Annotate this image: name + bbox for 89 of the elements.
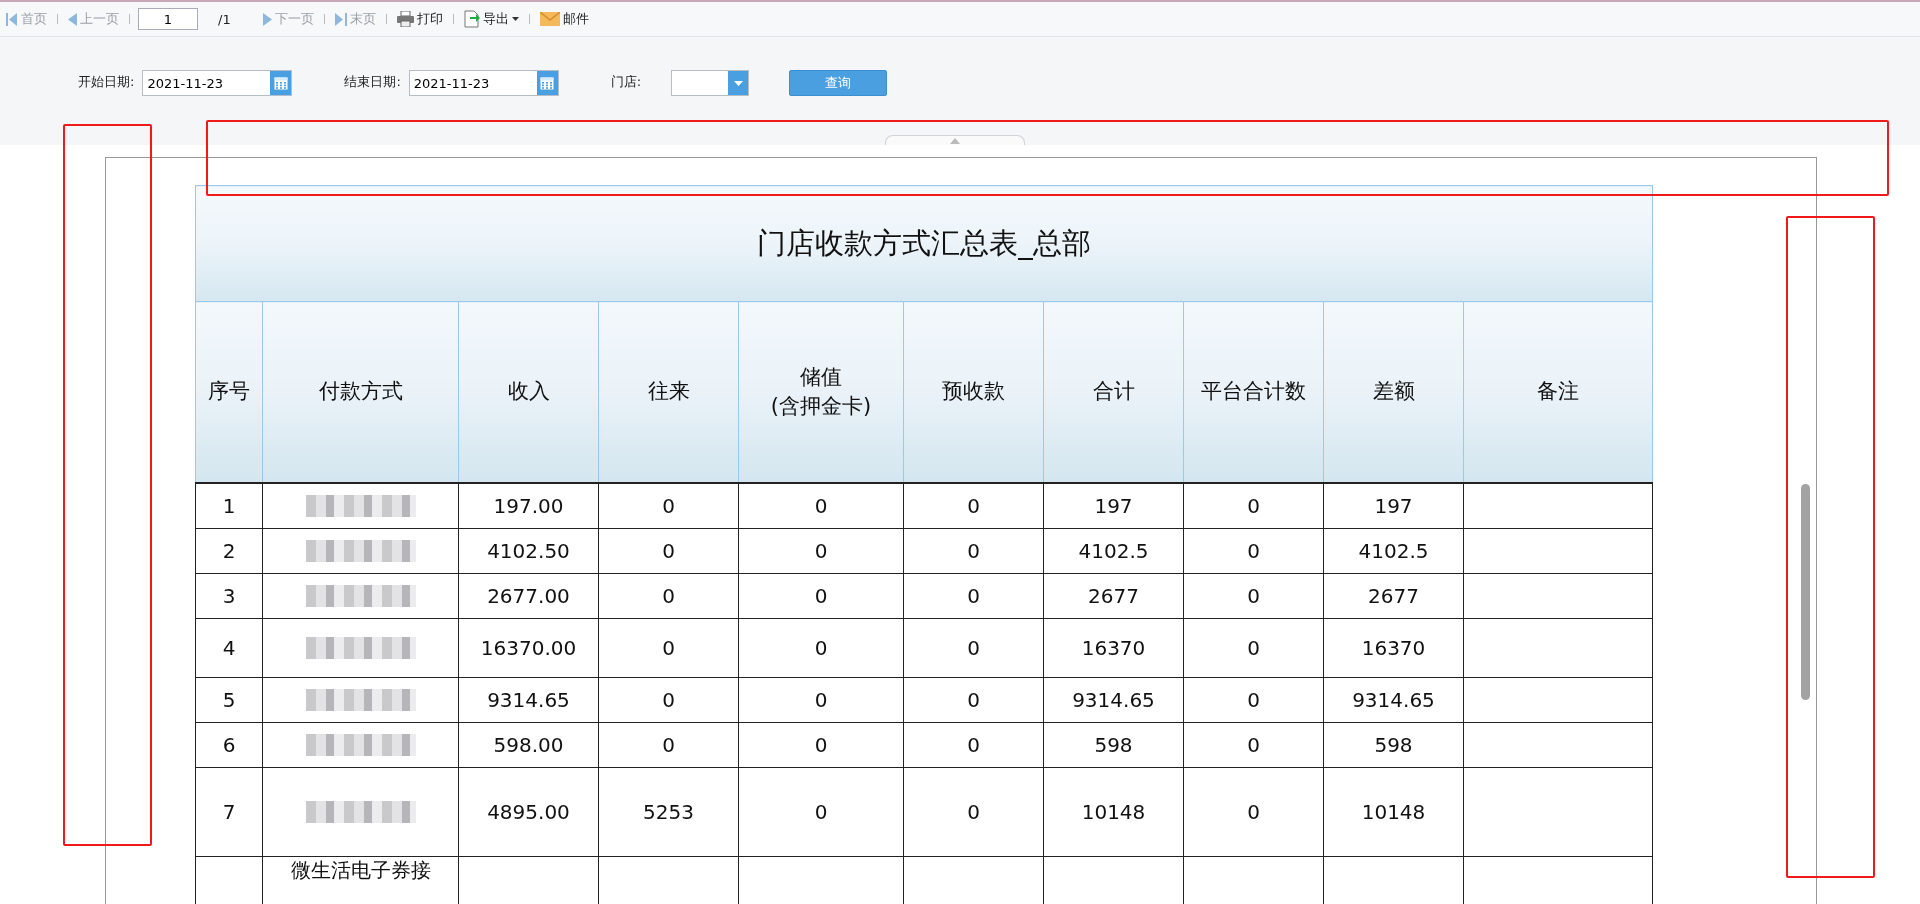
report-title: 门店收款方式汇总表_总部: [195, 185, 1653, 302]
table-cell-text: 0: [967, 800, 980, 824]
table-cell-text: 16370: [1081, 636, 1146, 660]
table-cell-text: 4102.5: [1078, 539, 1149, 563]
table-cell-text: 9314.65: [1072, 688, 1155, 712]
table-cell-text: 3: [222, 584, 236, 608]
printer-icon: [396, 11, 414, 27]
page-total: /1: [218, 11, 231, 27]
table-cell-text: 197.00: [493, 494, 564, 518]
store-dropdown[interactable]: [671, 70, 750, 96]
table-cell-text: 0: [814, 688, 828, 712]
table-cell-text: 0: [967, 494, 980, 518]
table-cell-text: 10148: [1081, 800, 1146, 824]
collapse-tab[interactable]: [885, 135, 1025, 145]
mail-button[interactable]: 邮件: [537, 10, 591, 28]
column-header: 储值 (含押金卡): [738, 301, 904, 483]
table-cell-text: 9314.65: [487, 688, 570, 712]
table-cell-text: 0: [967, 584, 980, 608]
envelope-icon: [539, 12, 560, 26]
table-cell-text: 0: [814, 636, 828, 660]
column-header: 序号: [195, 301, 263, 483]
scrollbar-thumb[interactable]: [1801, 484, 1810, 700]
table-cell-text: 0: [1247, 800, 1260, 824]
table-cell-text: 0: [1247, 539, 1260, 563]
first-page-icon: [6, 12, 18, 26]
export-button[interactable]: 导出: [461, 10, 521, 28]
column-header: 平台合计数: [1183, 301, 1324, 483]
table-cell-text: 9314.65: [1352, 688, 1435, 712]
table-cell-text: 598: [1094, 733, 1133, 757]
table-cell-text: 0: [1247, 636, 1260, 660]
table-cell-text: 5253: [643, 800, 694, 824]
up-triangle-icon: [950, 137, 960, 144]
column-header: 差额: [1323, 301, 1464, 483]
table-cell-text: 0: [662, 494, 675, 518]
table-cell-text: 0: [814, 584, 828, 608]
table-cell-text: 0: [814, 800, 828, 824]
next-icon: [262, 12, 272, 26]
column-header: 合计: [1043, 301, 1184, 483]
table-cell-text: 1: [222, 494, 236, 518]
print-button[interactable]: 打印: [394, 10, 445, 28]
table-cell-text: 598: [1374, 733, 1413, 757]
filter-label: 门店:: [610, 73, 642, 91]
table-cell-text: 16370.00: [480, 636, 577, 660]
table-cell-text: 2: [222, 539, 236, 563]
table-cell-text: 4102.50: [487, 539, 570, 563]
table-cell-text: 0: [662, 584, 675, 608]
table-cell-text: 0: [814, 539, 828, 563]
table-cell-text: 6: [222, 733, 236, 757]
table-cell-text: 197: [1374, 494, 1413, 518]
table-cell-text: 0: [662, 688, 675, 712]
table-cell-text: 0: [967, 636, 980, 660]
previous-icon: [68, 12, 77, 26]
dropdown-caret-icon: [733, 80, 743, 86]
table-cell-text: 0: [814, 733, 828, 757]
table-cell-text: 0: [1247, 584, 1260, 608]
table-cell-text: 4102.5: [1358, 539, 1429, 563]
table-cell-text: 4895.00: [487, 800, 570, 824]
table-cell-text: 0: [967, 539, 980, 563]
filter-label: 结束日期:: [344, 73, 401, 91]
table-cell-text: 0: [1247, 733, 1260, 757]
column-header: 收入: [458, 301, 599, 483]
table-cell-text: 微生活电子券接: [290, 858, 431, 882]
table-cell-text: 0: [1247, 688, 1260, 712]
column-header: 备注: [1463, 301, 1653, 483]
table-cell-text: 598.00: [493, 733, 564, 757]
table-cell-text: 4: [222, 636, 236, 660]
table-cell-text: 16370: [1361, 636, 1426, 660]
table-cell-text: 0: [967, 733, 980, 757]
table-cell-text: 197: [1094, 494, 1133, 518]
table-cell-text: 2677: [1368, 584, 1419, 608]
last-page-icon: [334, 12, 347, 26]
table-cell-text: 5: [222, 688, 236, 712]
table-cell-text: 0: [662, 636, 675, 660]
table-cell-text: 0: [662, 733, 675, 757]
table-cell-text: 0: [814, 494, 828, 518]
column-header: 预收款: [903, 301, 1044, 483]
table-cell-text: 2677.00: [487, 584, 570, 608]
caret-icon: [511, 17, 519, 21]
column-header: 往来: [598, 301, 739, 483]
table-cell-text: 0: [662, 539, 675, 563]
page-number-field[interactable]: 1: [138, 8, 198, 30]
export-document-icon: [463, 10, 480, 28]
table-cell-text: 0: [967, 688, 980, 712]
column-header: 付款方式: [262, 301, 459, 483]
table-cell-text: 2677: [1088, 584, 1139, 608]
table-cell-text: 7: [222, 800, 236, 824]
table-cell-text: 0: [1247, 494, 1260, 518]
filter-label: 开始日期:: [78, 73, 135, 91]
table-cell-text: 10148: [1361, 800, 1426, 824]
